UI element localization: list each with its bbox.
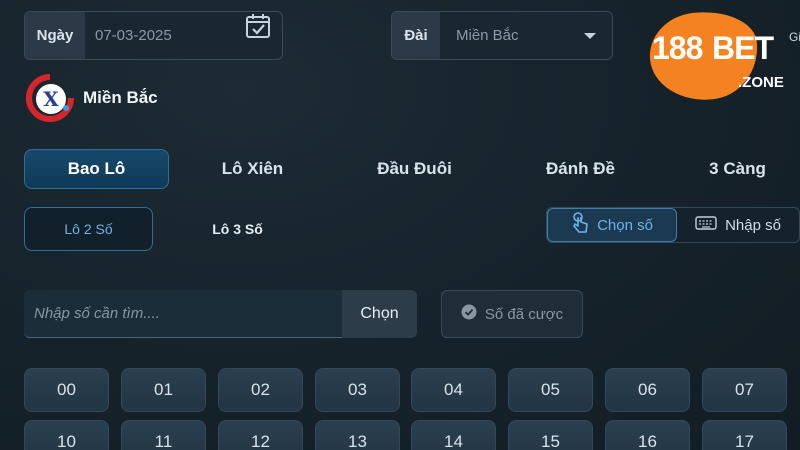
input-mode-toggle: Chọn số Nhập số xyxy=(546,207,800,243)
number-cell[interactable]: 03 xyxy=(315,368,400,412)
station-label: Đài xyxy=(392,12,440,59)
number-cell[interactable]: 13 xyxy=(315,420,400,450)
search-number-input[interactable] xyxy=(24,290,342,338)
bet-numbers-label: Số đã cược xyxy=(484,305,564,323)
tab-lo-xien[interactable]: Lô Xiên xyxy=(180,149,325,189)
enter-number-label: Nhập số xyxy=(725,216,781,234)
number-cell[interactable]: 11 xyxy=(121,420,206,450)
station-value[interactable]: Miền Bắc xyxy=(440,12,612,59)
logo-text-zone: .ZONE xyxy=(738,74,784,91)
number-cell[interactable]: 07 xyxy=(702,368,787,412)
svg-text:X: X xyxy=(43,87,59,111)
subtab-lo-2-so[interactable]: Lô 2 Số xyxy=(24,207,153,251)
choose-button[interactable]: Chọn xyxy=(342,290,417,338)
logo-text-number: 188 xyxy=(652,30,703,66)
enter-number-button[interactable]: Nhập số xyxy=(677,208,799,242)
number-cell[interactable]: 16 xyxy=(605,420,690,450)
number-cell[interactable]: 00 xyxy=(24,368,109,412)
number-cell[interactable]: 04 xyxy=(411,368,496,412)
touch-hand-icon xyxy=(571,212,589,238)
date-label: Ngày xyxy=(25,12,85,59)
keyboard-icon xyxy=(695,215,717,235)
tab-bao-lo[interactable]: Bao Lô xyxy=(24,149,169,189)
date-filter[interactable]: Ngày 07-03-2025 xyxy=(24,11,283,60)
tab-danh-de[interactable]: Đánh Đề xyxy=(508,149,653,189)
chevron-down-icon xyxy=(584,32,596,39)
number-cell[interactable]: 02 xyxy=(218,368,303,412)
number-cell[interactable]: 06 xyxy=(605,368,690,412)
number-cell[interactable]: 05 xyxy=(508,368,593,412)
bet-numbers-button[interactable]: Số đã cược xyxy=(441,290,583,338)
subtab-lo-3-so[interactable]: Lô 3 Số xyxy=(173,207,302,251)
brand-logo: 188 BET .ZONE xyxy=(645,6,798,106)
date-value[interactable]: 07-03-2025 xyxy=(85,12,244,59)
station-value-text: Miền Bắc xyxy=(456,27,519,44)
calendar-icon[interactable] xyxy=(244,12,272,40)
tab-3-cang[interactable]: 3 Càng xyxy=(665,149,800,189)
region-title: Miền Bắc xyxy=(83,88,158,107)
tab-dau-duoi[interactable]: Đầu Đuôi xyxy=(342,149,487,189)
check-circle-icon xyxy=(461,304,477,324)
number-cell[interactable]: 15 xyxy=(508,420,593,450)
number-cell[interactable]: 12 xyxy=(218,420,303,450)
pick-number-label: Chọn số xyxy=(597,216,653,234)
number-cell[interactable]: 01 xyxy=(121,368,206,412)
logo-text-bet: BET xyxy=(712,30,774,66)
number-cell[interactable]: 10 xyxy=(24,420,109,450)
station-select[interactable]: Đài Miền Bắc xyxy=(391,11,613,60)
region-x-icon: X xyxy=(26,74,74,122)
number-cell[interactable]: 17 xyxy=(702,420,787,450)
pick-number-button[interactable]: Chọn số xyxy=(547,208,677,242)
number-cell[interactable]: 14 xyxy=(411,420,496,450)
